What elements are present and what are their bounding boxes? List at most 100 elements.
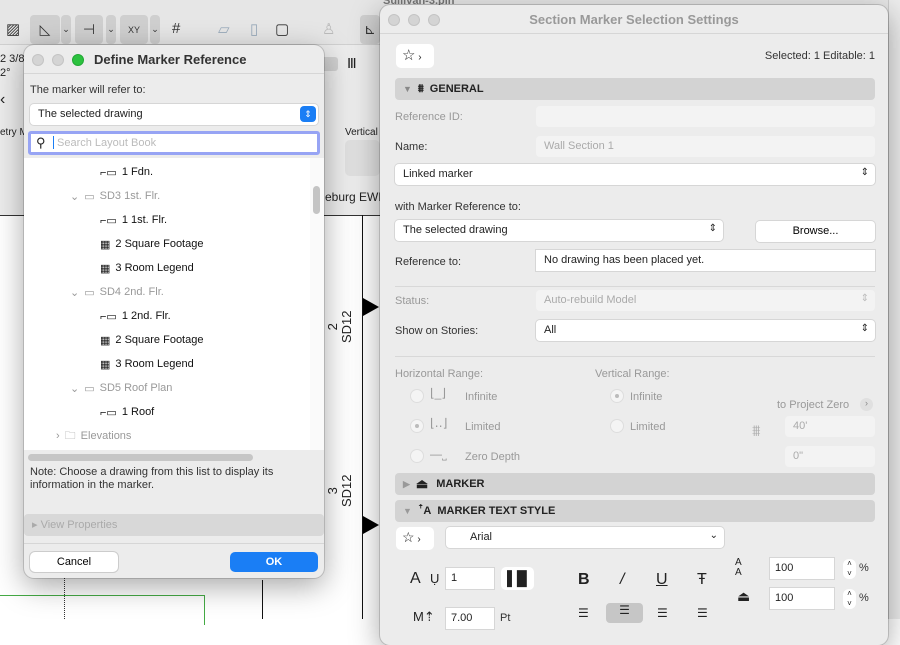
cancel-button[interactable]: Cancel <box>30 552 118 572</box>
marker-reference-select[interactable]: The selected drawing ⇕ <box>395 220 723 241</box>
horizontal-infinite-radio[interactable] <box>410 389 424 403</box>
tree-item[interactable]: ▦ 2 Square Footage <box>100 234 203 254</box>
drawing-icon: ⌐▭ <box>100 166 117 179</box>
grid-tool-icon[interactable]: # <box>172 20 180 37</box>
horizontal-scrollbar[interactable] <box>28 454 253 461</box>
chevron-right-icon[interactable]: › <box>860 398 873 411</box>
tree-item[interactable]: ⌐▭ 1 1st. Flr. <box>100 210 167 230</box>
section-marker-icon: ⩩ <box>417 82 424 95</box>
refer-select-value: The selected drawing <box>38 108 143 120</box>
section-marker-triangle[interactable] <box>363 516 379 534</box>
fill-tool-icon[interactable]: ▨ <box>6 20 20 38</box>
curtain-wall-icon[interactable]: ▯ <box>250 20 258 38</box>
bold-button[interactable]: B <box>578 571 590 589</box>
chevron-down-icon[interactable]: ⌄ <box>70 382 79 395</box>
tree-item[interactable]: ⌐▭ 1 Fdn. <box>100 162 153 182</box>
slab-tool-icon[interactable]: ▱ <box>218 20 230 38</box>
line-spacing-input[interactable]: 100 <box>770 558 834 579</box>
justify-button[interactable]: ☰ <box>697 606 708 620</box>
chevron-down-icon[interactable]: ⌄ <box>70 190 79 203</box>
layout-book-tree[interactable]: ⌐▭ 1 Fdn. ⌄ ▭ SD3 1st. Flr. ⌐▭ 1 1st. Flr. ▦… <box>24 158 314 450</box>
vertical-infinite-radio[interactable] <box>610 389 624 403</box>
text-favorites-button[interactable]: ☆ › <box>396 527 434 550</box>
status-select[interactable]: Auto-rebuild Model ⇕ <box>536 290 875 311</box>
close-button[interactable] <box>32 54 44 66</box>
section-marker-label[interactable]: 2 SD12 <box>325 310 368 343</box>
tree-item[interactable]: ⌄ ▭ SD5 Roof Plan <box>70 378 172 398</box>
refer-select[interactable]: The selected drawing ⇕ <box>30 104 318 125</box>
view-properties-section[interactable]: ▸ View Properties <box>24 514 324 536</box>
text-color-button[interactable]: ▌█ <box>501 567 534 590</box>
minimize-button[interactable] <box>52 54 64 66</box>
tree-item[interactable]: ⌄ ▭ SD3 1st. Flr. <box>70 186 160 206</box>
bottom-elevation-input[interactable]: 0" <box>785 446 875 467</box>
vertical-range-icon[interactable] <box>345 140 380 176</box>
tree-item[interactable]: ⌐▭ 1 2nd. Flr. <box>100 306 171 326</box>
refer-label: The marker will refer to: <box>30 84 146 96</box>
strikethrough-button[interactable]: Ŧ <box>697 571 707 589</box>
tree-item[interactable]: ⌐▭ 1 Roof <box>100 402 154 422</box>
favorites-button[interactable]: ☆ › <box>396 44 434 68</box>
tree-item[interactable]: ▦ 2 Square Footage <box>100 330 203 350</box>
tree-item[interactable]: ▦ 3 Room Legend <box>100 258 194 278</box>
note-text: Note: Choose a drawing from this list to… <box>30 466 274 491</box>
dimension-readout: 2 3/8 <box>0 53 25 65</box>
marker-text-style-header[interactable]: ▼ ꜛA MARKER TEXT STYLE <box>395 500 875 522</box>
range-zero-depth-icon: —˽ <box>430 447 447 461</box>
section-tool-button[interactable]: ⊾ <box>360 15 380 44</box>
stories-select[interactable]: All ⇕ <box>536 320 875 341</box>
vertical-limited-radio[interactable] <box>610 419 624 433</box>
line-spacing-stepper[interactable]: ˄ ˅ <box>843 559 856 579</box>
marker-type-select[interactable]: Linked marker ⇕ <box>395 164 875 185</box>
popup-arrows-icon: ⇕ <box>860 293 869 304</box>
align-center-button[interactable]: ☰ <box>606 603 643 623</box>
back-arrow-icon[interactable]: ‹ <box>0 91 5 109</box>
star-icon: ☆ <box>402 529 415 545</box>
chevron-down-icon: ⌄ <box>709 530 718 541</box>
vertical-range-icon: ⩩ <box>752 423 761 440</box>
italic-button[interactable]: / <box>620 571 624 589</box>
drawing-icon: ⌐▭ <box>100 310 117 323</box>
horizontal-limited-radio[interactable] <box>410 419 424 433</box>
align-left-button[interactable]: ☰ <box>578 606 589 620</box>
horizontal-zero-depth-radio[interactable] <box>410 449 424 463</box>
text-style-icon: ꜛA <box>417 505 432 517</box>
tree-item[interactable]: › 🗀 Elevations <box>56 426 131 446</box>
font-select[interactable]: Arial ⌄ <box>446 527 724 548</box>
tree-item[interactable]: ⌄ ▭ SD4 2nd. Flr. <box>70 282 164 302</box>
marker-tool-button[interactable]: ◺ <box>30 15 60 44</box>
window-tool-icon[interactable]: ▢ <box>275 20 289 38</box>
section-marker-label[interactable]: 3 SD12 <box>325 474 368 507</box>
marker-section-header[interactable]: ▶ ⏏ MARKER <box>395 473 875 495</box>
underline-button[interactable]: U <box>656 571 668 589</box>
width-factor-input[interactable]: 100 <box>770 588 834 609</box>
reference-id-input[interactable] <box>536 106 875 127</box>
text-pen-icon: A <box>410 570 421 587</box>
width-factor-stepper[interactable]: ˄ ˅ <box>843 589 856 609</box>
coordinate-tool-button[interactable]: XY <box>120 15 148 44</box>
scrollbar-thumb[interactable] <box>313 186 320 214</box>
horizontal-infinite-label: Infinite <box>465 391 498 403</box>
chevron-down-icon[interactable]: ⌄ <box>150 15 160 44</box>
chevron-down-icon[interactable]: ⌄ <box>106 15 116 44</box>
vertical-label: Vertical <box>345 127 378 138</box>
chevron-right-icon[interactable]: › <box>56 430 60 442</box>
align-right-button[interactable]: ☰ <box>657 606 668 620</box>
general-section-header[interactable]: ▼ ⩩ GENERAL <box>395 78 875 100</box>
name-input[interactable]: Wall Section 1 <box>536 136 875 157</box>
top-elevation-input[interactable]: 40' <box>785 416 875 437</box>
tree-item[interactable]: ▦ 3 Room Legend <box>100 354 194 374</box>
search-input[interactable]: ⚲ Search Layout Book <box>28 131 320 155</box>
marker-sheet: SD12 <box>339 474 354 507</box>
chevron-down-icon[interactable]: ⌄ <box>70 286 79 299</box>
text-pen-input[interactable]: 1 <box>446 568 494 589</box>
popup-arrows-icon: ⇕ <box>860 167 869 178</box>
chevron-down-icon[interactable]: ⌄ <box>61 15 71 44</box>
ok-button[interactable]: OK <box>230 552 318 572</box>
object-tool-icon[interactable]: ♙ <box>322 20 335 38</box>
drawing-icon: ⌐▭ <box>100 214 117 227</box>
browse-button[interactable]: Browse... <box>756 221 875 242</box>
tree-scrollbar[interactable] <box>310 158 324 450</box>
dimension-tool-button[interactable]: ⊣ <box>75 15 103 44</box>
railing-tool-icon[interactable]: Ⅲ <box>347 55 357 72</box>
